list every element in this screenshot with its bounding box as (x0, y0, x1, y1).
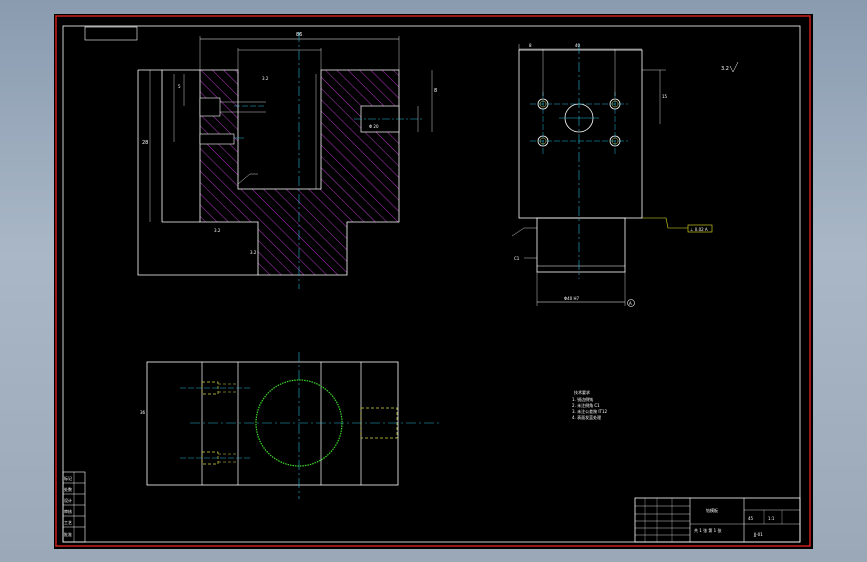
side-boss (536, 217, 626, 273)
general-roughness: 3.2 (721, 66, 729, 72)
front-roughness-b: 3.2 (214, 228, 221, 233)
top-view: 36 (140, 352, 442, 499)
side-body (518, 49, 643, 219)
title-drawing-no: JJ-01 (753, 532, 763, 537)
title-scale: 1:1 (768, 516, 775, 521)
note-3: 3. 未注公差按 IT12 (572, 408, 608, 414)
title-part-name: 钻模板 (706, 507, 718, 513)
side-dim-bottom: Φ40 H7 (564, 296, 580, 301)
drawing-number-box (84, 26, 138, 41)
strip-1: 处数 (64, 486, 72, 492)
top-body (146, 361, 399, 486)
outer-frame (55, 15, 811, 547)
screw-hole-bottom (199, 133, 235, 145)
title-sheet: 共 1 张 第 1 张 (694, 527, 721, 533)
front-section-view: 86 28 5 8 Φ 20 3.2 3.2 3.2 (137, 32, 437, 289)
side-chamfer: C1 (514, 256, 520, 261)
hatched-section (199, 69, 400, 276)
front-roughness-a: 3.2 (262, 76, 269, 81)
note-1: 1. 锐边倒钝 (572, 396, 593, 402)
svg-text:A: A (629, 301, 632, 306)
left-revision-strip: 标记 处数 设计 审核 工艺 批准 (62, 471, 86, 543)
strip-3: 审核 (64, 508, 72, 514)
side-dim-right: 15 (662, 94, 668, 99)
side-dim-top-center: 40 (575, 43, 581, 48)
top-dim-left: 36 (140, 410, 146, 415)
front-bore-note: Φ 20 (369, 124, 379, 129)
inner-border (62, 25, 801, 543)
note-2: 2. 未注倒角 C1 (572, 402, 600, 408)
title-block: 钻模板 45 1:1 共 1 张 第 1 张 JJ-01 (634, 497, 801, 543)
strip-5: 批准 (64, 531, 72, 537)
screw-hole-top (199, 97, 221, 117)
front-dim-inner: 5 (178, 84, 181, 89)
title-material: 45 (748, 516, 754, 521)
front-dim-left: 28 (142, 140, 148, 146)
strip-0: 标记 (64, 475, 72, 481)
side-view: 8 40 15 3.2 ⊥ 0.02 A C1 Φ40 H7 A (511, 43, 739, 307)
note-0: 技术要求 (574, 389, 590, 395)
drawing-viewport[interactable]: 86 28 5 8 Φ 20 3.2 3.2 3.2 (54, 14, 813, 549)
technical-notes: 技术要求 1. 锐边倒钝 2. 未注倒角 C1 3. 未注公差按 IT12 4.… (572, 389, 608, 420)
front-dim-right: 8 (434, 88, 437, 94)
side-dim-top-left: 8 (529, 43, 532, 48)
cad-drawing: 86 28 5 8 Φ 20 3.2 3.2 3.2 (55, 15, 811, 547)
front-roughness-c: 3.2 (250, 250, 257, 255)
note-4: 4. 表面发蓝处理 (572, 414, 601, 420)
strip-4: 工艺 (64, 520, 72, 525)
strip-2: 设计 (64, 497, 72, 503)
svg-text:⊥ 0.02 A: ⊥ 0.02 A (690, 227, 708, 232)
